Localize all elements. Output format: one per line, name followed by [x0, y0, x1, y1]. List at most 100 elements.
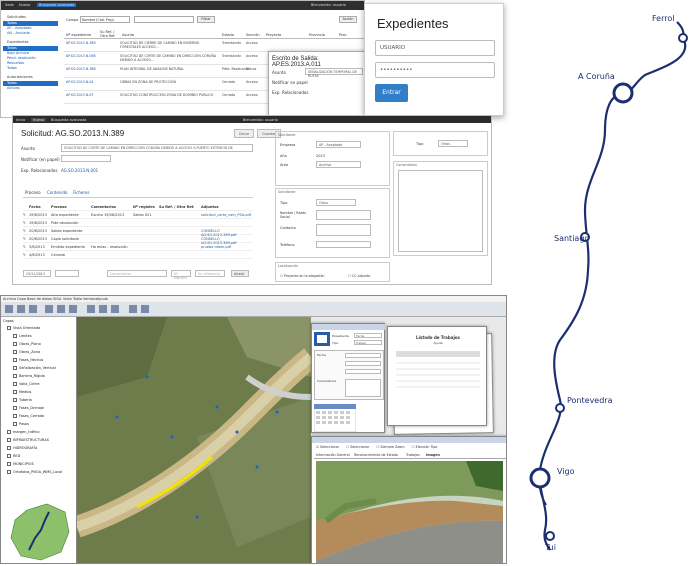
comentarios-textarea[interactable]: [398, 170, 483, 252]
overview-map[interactable]: [7, 502, 73, 562]
registro-input[interactable]: Nº registro: [171, 270, 191, 280]
pontevedra-stop[interactable]: [555, 403, 565, 413]
column-header[interactable]: Adjuntos: [201, 205, 219, 209]
column-header[interactable]: Proceso: [51, 205, 67, 209]
table-row[interactable]: ✎ 3/6/2013 Emitido expediente Ha enlaz - re…: [23, 244, 253, 251]
layer-item[interactable]: Fases_Cerrado: [13, 414, 44, 421]
new-process-select[interactable]: [55, 270, 79, 277]
menu-item[interactable]: Archivo: [3, 297, 16, 301]
empresa-select[interactable]: AP - Aceptada: [316, 141, 361, 148]
tab-imagen[interactable]: Imagen: [426, 453, 440, 457]
layer-item[interactable]: Límites: [13, 334, 32, 341]
sidebar-item[interactable]: AN - Anulado: [3, 31, 58, 36]
a-coruna-stop[interactable]: [612, 82, 634, 104]
layer-item[interactable]: RED: [7, 454, 20, 461]
contacto-input[interactable]: [316, 224, 371, 236]
orthophoto-map[interactable]: [77, 317, 311, 564]
vigo-stop[interactable]: [529, 467, 551, 489]
table-row[interactable]: ✎ 20/6/2013 Copia solicitada CONSELLO AG.SO…: [23, 236, 253, 245]
comments-textarea[interactable]: [345, 379, 381, 397]
referencia-input[interactable]: Su referencia: [195, 270, 225, 277]
row-id[interactable]: AP.SO.2013.N.098: [66, 54, 96, 58]
nav-item[interactable]: Sede: [5, 3, 14, 7]
map-view[interactable]: [77, 317, 311, 564]
column-header[interactable]: Comentarios: [91, 205, 116, 209]
toolbar-item[interactable]: Nuevo: [31, 117, 47, 122]
menu-item[interactable]: Vista: [63, 297, 72, 301]
checkbox[interactable]: ☐ Elección Tipo: [412, 445, 438, 449]
layer-item[interactable]: Valla_Cierre: [13, 382, 40, 389]
form-input[interactable]: [345, 353, 381, 358]
layer-item[interactable]: Ortofotos_PNOA_WMS_Local: [7, 470, 62, 477]
layer-item[interactable]: Medios: [13, 390, 31, 397]
column-header[interactable]: Estado: [222, 33, 234, 37]
form-input[interactable]: [345, 361, 381, 366]
column-header[interactable]: Provincia: [309, 33, 325, 37]
sidebar-item[interactable]: Activas: [3, 86, 58, 91]
form-input[interactable]: [345, 369, 381, 374]
tab-reconocimiento[interactable]: Reconocimiento de Estado: [354, 453, 398, 457]
tui-stop[interactable]: [545, 531, 555, 541]
tipo-select[interactable]: Otros: [316, 199, 356, 206]
layer-item[interactable]: Fases_Hechos: [13, 358, 43, 365]
tipo-select[interactable]: Otros: [438, 140, 468, 147]
row-id[interactable]: AP.SO.2013.N.368: [66, 67, 96, 71]
layer-item[interactable]: Tubería: [13, 398, 32, 405]
table-row[interactable]: ✎ 19/6/2013 Pide devolución: [23, 220, 253, 227]
layer-item[interactable]: Pasos: [13, 422, 29, 429]
tab-trabajos[interactable]: Trabajos: [406, 453, 420, 457]
ferrol-stop[interactable]: [678, 33, 688, 43]
checkbox[interactable]: ☐ Siempre Zoom: [376, 445, 404, 449]
layer-item[interactable]: margen_tráfico: [7, 430, 40, 437]
row-id[interactable]: AP.SO.2013.N.07: [66, 93, 94, 97]
notificar-select[interactable]: [61, 155, 111, 162]
column-header[interactable]: Proc.: [339, 33, 348, 37]
layer-item[interactable]: Obras_Plano: [13, 342, 41, 349]
area-select[interactable]: Archivo: [316, 161, 361, 168]
menu-item[interactable]: Tabla: [73, 297, 82, 301]
column-header[interactable]: Fecha: [29, 205, 41, 209]
table-row[interactable]: ✎ 19/6/2013 Alta expediente Escrito 19/06/2…: [23, 212, 253, 219]
layer-item[interactable]: INFRAESTRUCTURAS: [7, 438, 49, 445]
username-input[interactable]: USUARIO: [375, 40, 495, 56]
tab-info-general[interactable]: Información General: [316, 453, 350, 457]
asunto-input[interactable]: SOLICITUD DE CORTE DE CAMINO EN DIRECCIÓ…: [61, 144, 253, 152]
row-id[interactable]: AP.SO.2013.N.389: [66, 41, 96, 45]
toolbar-item[interactable]: Búsqueda avanzada: [51, 118, 86, 122]
layer-item[interactable]: HIDROGRAFÍA: [7, 446, 37, 453]
new-date-input[interactable]: 25/11/2013: [23, 270, 51, 277]
check-proyecto[interactable]: ☐ Proyecto en la alegación: [280, 274, 324, 278]
sidebar-item[interactable]: Todos: [3, 66, 58, 71]
nav-item[interactable]: Nuevo: [19, 3, 30, 7]
add-button[interactable]: Añadir: [231, 270, 249, 277]
table-row[interactable]: ✎ 20/6/2013 Salida expediente CONSELLO AG.S…: [23, 228, 253, 237]
column-header[interactable]: Su Ref. / Otra Ref.: [159, 205, 194, 209]
login-button[interactable]: Entrar: [375, 84, 408, 102]
comments-input[interactable]: Comentarios: [107, 270, 167, 277]
layer-item[interactable]: Barrera_Rígida: [13, 374, 45, 381]
menu-item[interactable]: SIGA: [53, 297, 61, 301]
column-header[interactable]: Asunto: [122, 33, 134, 37]
form-input[interactable]: Trabajo: [354, 340, 382, 345]
telefono-input[interactable]: [316, 241, 371, 248]
menu-item[interactable]: Capa: [17, 297, 26, 301]
asunto-input[interactable]: SEÑALIZACIÓN TEMPORAL DE RUTAS: [305, 68, 363, 78]
row-id[interactable]: AP.SO.2013.N.04: [66, 80, 94, 84]
action-button[interactable]: Acción: [339, 16, 357, 23]
nombre-input[interactable]: [316, 210, 371, 220]
calendar-widget[interactable]: [314, 404, 356, 432]
check-cc[interactable]: ☐ CC adjunto: [348, 274, 370, 278]
checkbox[interactable]: ☑ Seleccionar: [316, 445, 339, 449]
toolbar-item[interactable]: Inicio: [16, 118, 25, 122]
checkbox[interactable]: ☐ Seleccionar: [346, 445, 369, 449]
filter-input[interactable]: [134, 16, 194, 23]
tab-contenido[interactable]: Contenido: [47, 190, 67, 195]
menu-item[interactable]: Ayuda: [97, 297, 108, 301]
layer-item[interactable]: Señalización_Vertical: [13, 366, 56, 373]
column-header[interactable]: Su Ref. / Otra Ref.: [100, 30, 120, 38]
close-button[interactable]: Cerrar: [234, 129, 254, 138]
column-header[interactable]: Nº registro: [133, 205, 155, 209]
layer-item[interactable]: Vista Orientada: [7, 326, 40, 333]
table-row[interactable]: ✎ 4/6/2013 Cerrado: [23, 252, 253, 259]
tab-proceso[interactable]: Proceso: [25, 190, 41, 195]
